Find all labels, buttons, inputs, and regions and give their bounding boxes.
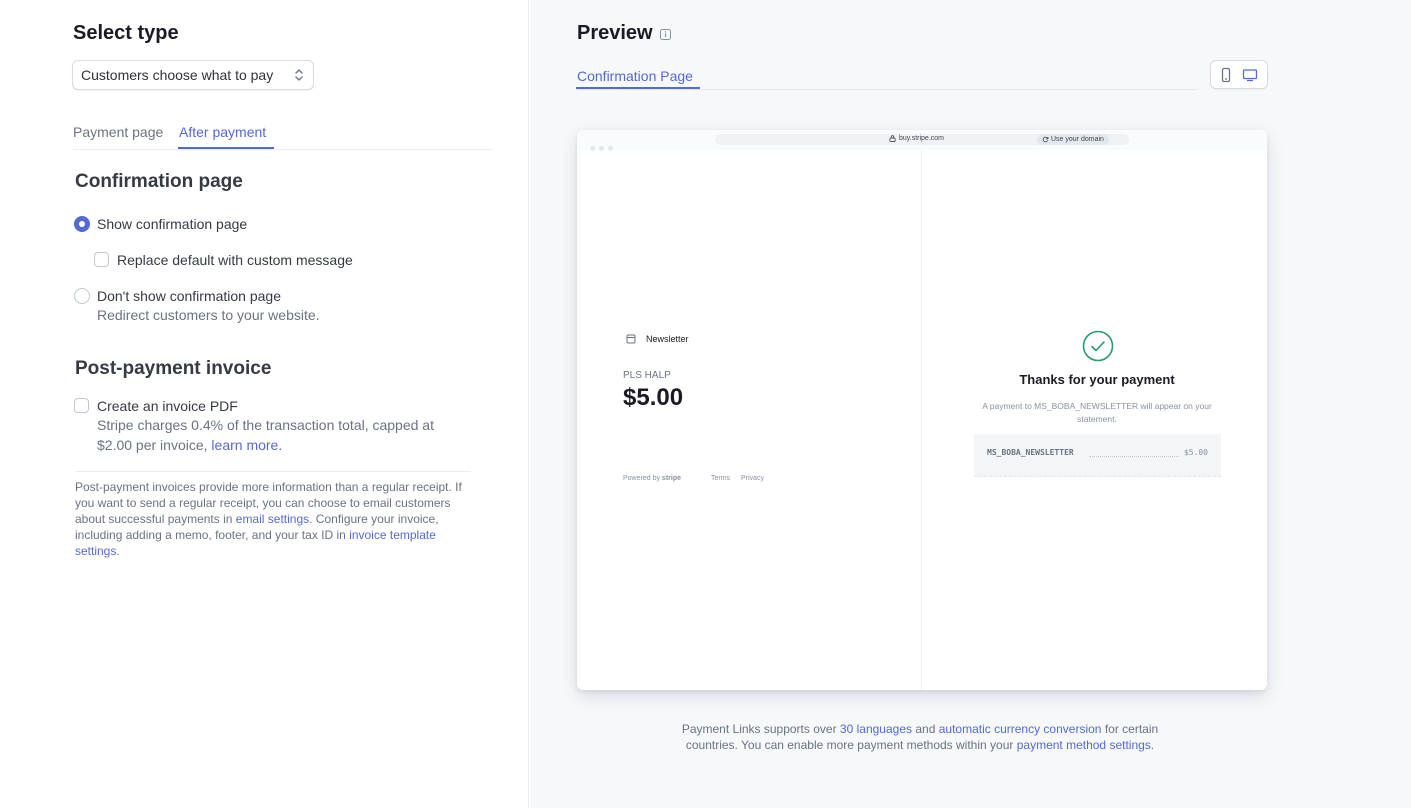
use-domain-button[interactable]: Use your domain: [1037, 134, 1109, 145]
info-icon[interactable]: [660, 29, 671, 40]
url-display: buy.stripe.com: [889, 135, 944, 142]
invoice-pdf-label: Create an invoice PDF: [97, 398, 238, 414]
statement-text: A payment to MS_BOBA_NEWSLETTER will app…: [982, 401, 1212, 424]
receipt-leader: [1089, 456, 1179, 457]
confirmation-page-heading: Confirmation page: [75, 171, 243, 192]
tab-after-payment[interactable]: After payment: [179, 124, 266, 140]
powered-by-text: Powered by: [623, 475, 660, 482]
post-payment-invoice-heading: Post-payment invoice: [75, 358, 272, 379]
browser-bar: buy.stripe.com Use your domain: [577, 130, 1267, 151]
dont-show-confirmation-radio[interactable]: [74, 288, 90, 304]
receipt-amount: $5.00: [1183, 448, 1208, 457]
note-text: .: [1150, 738, 1155, 752]
product-image-icon: [626, 334, 636, 344]
product-title: PLS HALP: [623, 370, 671, 381]
learn-more-link[interactable]: learn more: [211, 437, 278, 453]
url-text: buy.stripe.com: [899, 135, 944, 142]
divider: [75, 471, 471, 472]
replace-default-label: Replace default with custom message: [117, 252, 353, 268]
type-select[interactable]: Customers choose what to pay: [72, 60, 314, 90]
powered-by: Powered by stripe: [623, 475, 681, 482]
checkmark-circle-icon: [1082, 330, 1114, 362]
tab-payment-page[interactable]: Payment page: [73, 124, 163, 140]
note-text: .: [116, 544, 120, 558]
currency-conversion-link[interactable]: automatic currency conversion: [939, 722, 1102, 736]
payment-links-note: Payment Links supports over 30 languages…: [670, 721, 1170, 753]
settings-tabs: Payment page After payment: [73, 118, 493, 150]
chevron-up-down-icon: [295, 69, 303, 81]
email-settings-link[interactable]: email settings: [236, 512, 309, 526]
note-text: Payment Links supports over: [681, 722, 837, 736]
device-toggle: [1210, 60, 1268, 89]
browser-preview: buy.stripe.com Use your domain Newslette…: [577, 130, 1267, 690]
preview-panel: Preview Confirmation Page buy.stripe.com…: [530, 0, 1411, 808]
show-confirmation-radio[interactable]: [74, 216, 90, 232]
languages-link[interactable]: 30 languages: [840, 722, 912, 736]
note-text: and: [915, 722, 936, 736]
post-payment-note: Post-payment invoices provide more infor…: [75, 479, 475, 559]
tab-confirmation-page[interactable]: Confirmation Page: [577, 68, 693, 84]
invoice-pdf-period: .: [278, 437, 283, 453]
window-dots: [590, 138, 617, 156]
dont-show-confirmation-sub: Redirect customers to your website.: [97, 307, 320, 323]
settings-panel: Select type Customers choose what to pay…: [0, 0, 529, 808]
terms-link[interactable]: Terms: [711, 475, 730, 482]
divider: [577, 89, 1197, 90]
mobile-device-icon[interactable]: [1218, 67, 1234, 83]
privacy-link[interactable]: Privacy: [741, 475, 764, 482]
select-type-heading: Select type: [73, 22, 179, 44]
invoice-pdf-description: Stripe charges 0.4% of the transaction t…: [97, 415, 472, 455]
refresh-icon: [1042, 136, 1049, 143]
preview-heading: Preview: [577, 22, 653, 44]
active-tab-indicator: [178, 147, 274, 149]
replace-default-checkbox[interactable]: [94, 252, 109, 267]
payment-method-settings-link[interactable]: payment method settings: [1017, 738, 1151, 752]
product-name: Newsletter: [646, 334, 689, 344]
lock-icon: [889, 135, 896, 142]
preview-split-divider: [921, 150, 922, 690]
receipt-summary: MS_BOBA_NEWSLETTER $5.00: [974, 434, 1221, 477]
stripe-logo: stripe: [661, 475, 681, 482]
use-domain-label: Use your domain: [1051, 136, 1104, 143]
desktop-device-icon[interactable]: [1242, 67, 1258, 83]
show-confirmation-label: Show confirmation page: [97, 216, 248, 232]
dont-show-confirmation-label: Don't show confirmation page: [97, 288, 281, 304]
thanks-heading: Thanks for your payment: [1019, 372, 1175, 387]
product-price: $5.00: [623, 384, 684, 411]
type-select-value: Customers choose what to pay: [81, 67, 274, 83]
receipt-descriptor: MS_BOBA_NEWSLETTER: [987, 448, 1074, 457]
invoice-pdf-checkbox[interactable]: [74, 398, 89, 413]
